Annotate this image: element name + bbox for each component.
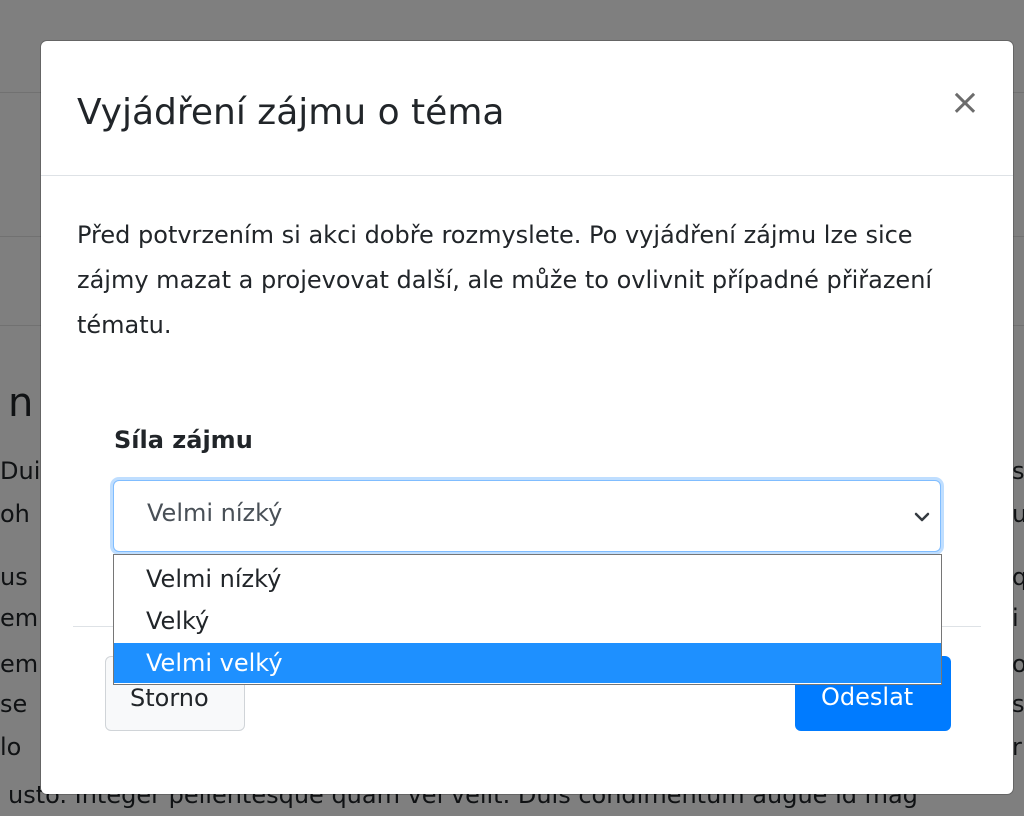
modal-title: Vyjádření zájmu o téma [77,92,505,133]
close-button[interactable]: × [945,83,985,123]
interest-strength-select[interactable]: Velmi nízký [113,480,941,552]
option-velmi-velky[interactable]: Velmi velký [114,643,941,683]
option-velky[interactable]: Velký [114,601,941,641]
interest-strength-options: Velmi nízký Velký Velmi velký [113,554,942,685]
modal-description: Před potvrzením si akci dobře rozmyslete… [77,221,933,339]
close-icon: × [949,82,981,123]
modal-header: Vyjádření zájmu o téma × [41,41,1013,176]
chevron-down-icon [914,512,930,522]
select-current-value: Velmi nízký [147,499,283,527]
option-velmi-nizky[interactable]: Velmi nízký [114,559,941,599]
cancel-button-label: Storno [130,684,209,712]
submit-button-label: Odeslat [821,683,914,711]
interest-strength-label: Síla zájmu [114,426,253,454]
